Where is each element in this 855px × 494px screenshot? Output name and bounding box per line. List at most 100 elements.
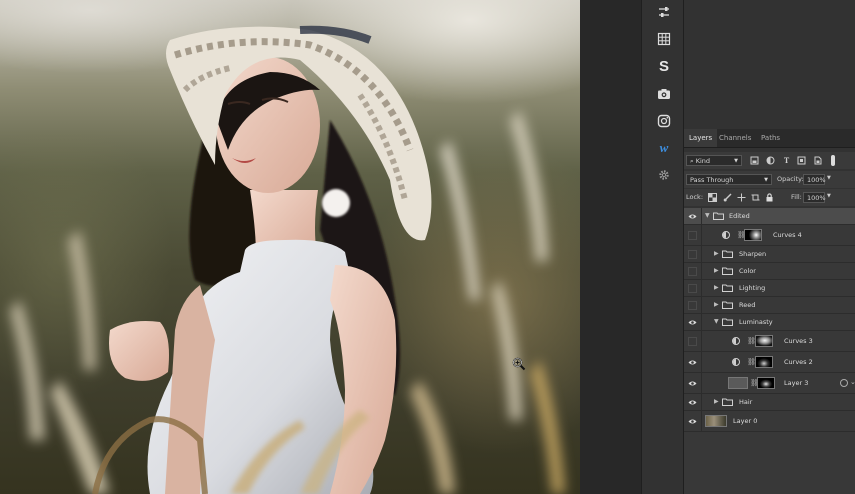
visibility-toggle[interactable] bbox=[688, 250, 697, 259]
visibility-toggle[interactable] bbox=[688, 337, 697, 346]
layer-mask-thumbnail[interactable] bbox=[755, 335, 773, 347]
search-icon: ⌕ bbox=[690, 157, 694, 165]
tab-channels[interactable]: Channels bbox=[714, 129, 756, 147]
lock-transparent-icon[interactable] bbox=[708, 193, 717, 202]
folder-icon bbox=[722, 267, 733, 275]
adjust-sliders-icon[interactable] bbox=[655, 3, 673, 21]
layer-name: Curves 3 bbox=[784, 337, 813, 345]
layer-name: Layer 3 bbox=[784, 379, 809, 387]
zoom-cursor-icon bbox=[512, 357, 526, 371]
layer-name: Curves 2 bbox=[784, 358, 813, 366]
layer-mask-thumbnail[interactable] bbox=[757, 377, 775, 389]
filter-smart-object-icon[interactable] bbox=[813, 156, 822, 165]
fill-field[interactable]: 100% bbox=[803, 192, 826, 203]
visibility-toggle[interactable] bbox=[688, 284, 697, 293]
layer-row-reed[interactable]: ▶ Reed bbox=[684, 297, 855, 314]
empty-panel-area bbox=[684, 0, 855, 128]
grid-icon[interactable] bbox=[655, 30, 673, 48]
adjustment-layer-icon bbox=[732, 337, 740, 345]
divider bbox=[701, 331, 702, 351]
layer-name: Reed bbox=[739, 301, 756, 309]
layer-row-edited[interactable]: ▼ Edited bbox=[684, 208, 855, 225]
layer-thumbnail[interactable] bbox=[705, 415, 727, 427]
layer-mask-thumbnail[interactable] bbox=[755, 356, 773, 368]
layer-row-layer-0[interactable]: Layer 0 bbox=[684, 411, 855, 432]
photo-image bbox=[10, 25, 565, 494]
layer-name: Hair bbox=[739, 398, 753, 406]
folder-icon bbox=[713, 212, 724, 220]
layer-row-color[interactable]: ▶ Color bbox=[684, 263, 855, 280]
lock-move-icon[interactable] bbox=[737, 193, 746, 202]
blend-mode-select[interactable]: Pass Through ▼ bbox=[686, 174, 772, 185]
fill-dropdown-icon[interactable]: ▼ bbox=[827, 193, 831, 199]
fill-label: Fill: bbox=[791, 193, 802, 201]
layers-panel-tabs: Layers Channels Paths bbox=[684, 129, 855, 148]
chevron-right-icon[interactable]: ▶ bbox=[714, 268, 720, 274]
opacity-field[interactable]: 100% bbox=[803, 174, 826, 185]
layers-list[interactable]: ▼ Edited ⛓ Curves 4 ▶ Sharpen ▶ Color ▶ … bbox=[684, 208, 855, 494]
layer-name: Curves 4 bbox=[773, 231, 802, 239]
filter-kind-select[interactable]: ⌕ Kind ▼ bbox=[686, 155, 742, 166]
filter-shape-icon[interactable] bbox=[797, 156, 806, 165]
chevron-down-icon[interactable]: ▼ bbox=[714, 319, 720, 325]
tab-layers[interactable]: Layers bbox=[684, 129, 718, 147]
layer-effects-icon[interactable] bbox=[840, 379, 848, 387]
folder-icon bbox=[722, 284, 733, 292]
layer-thumbnail[interactable] bbox=[728, 377, 748, 389]
opacity-dropdown-icon[interactable]: ▼ bbox=[827, 175, 831, 181]
document-canvas[interactable] bbox=[0, 0, 580, 494]
link-icon: ⛓ bbox=[737, 231, 746, 239]
chevron-right-icon[interactable]: ▶ bbox=[714, 251, 720, 257]
filter-toggle-icon[interactable] bbox=[831, 155, 835, 166]
lock-all-icon[interactable] bbox=[765, 193, 774, 202]
chevron-down-icon[interactable]: ⌄ bbox=[850, 378, 855, 386]
layer-name: Edited bbox=[729, 212, 750, 220]
chevron-right-icon[interactable]: ▶ bbox=[714, 399, 720, 405]
chevron-right-icon[interactable]: ▶ bbox=[714, 285, 720, 291]
lock-fill-row: Lock: Fill: 100% ▼ bbox=[684, 189, 855, 206]
divider bbox=[701, 225, 702, 245]
visibility-toggle[interactable] bbox=[688, 267, 697, 276]
layer-name: Lighting bbox=[739, 284, 766, 292]
chevron-down-icon: ▼ bbox=[764, 177, 768, 183]
eye-icon[interactable] bbox=[688, 318, 697, 327]
eye-icon[interactable] bbox=[688, 212, 697, 221]
adjustment-layer-icon bbox=[722, 231, 730, 239]
chevron-down-icon[interactable]: ▼ bbox=[705, 213, 711, 219]
folder-icon bbox=[722, 301, 733, 309]
filter-adjustment-icon[interactable] bbox=[766, 156, 775, 165]
tab-paths[interactable]: Paths bbox=[756, 129, 785, 147]
filter-pixel-icon[interactable] bbox=[750, 156, 759, 165]
eye-icon[interactable] bbox=[688, 379, 697, 388]
layer-name: Sharpen bbox=[739, 250, 767, 258]
chevron-right-icon[interactable]: ▶ bbox=[714, 302, 720, 308]
layer-row-curves-4[interactable]: ⛓ Curves 4 bbox=[684, 225, 855, 246]
layer-name: Luminasty bbox=[739, 318, 773, 326]
eye-icon[interactable] bbox=[688, 398, 697, 407]
layer-mask-thumbnail[interactable] bbox=[744, 229, 762, 241]
layer-row-curves-2[interactable]: ⛓ Curves 2 bbox=[684, 352, 855, 373]
visibility-toggle[interactable] bbox=[688, 231, 697, 240]
visibility-toggle[interactable] bbox=[688, 301, 697, 310]
lock-brush-icon[interactable] bbox=[723, 193, 732, 202]
link-icon: ⛓ bbox=[747, 337, 756, 345]
camera-icon[interactable] bbox=[655, 85, 673, 103]
chevron-down-icon: ▼ bbox=[734, 158, 738, 164]
instagram-icon[interactable] bbox=[655, 112, 673, 130]
lock-artboard-icon[interactable] bbox=[751, 193, 760, 202]
filter-type-icon[interactable]: T bbox=[782, 156, 791, 165]
divider bbox=[701, 394, 702, 410]
eye-icon[interactable] bbox=[688, 358, 697, 367]
stock-s-icon[interactable]: S bbox=[655, 57, 673, 75]
opacity-label: Opacity: bbox=[777, 175, 804, 183]
layer-row-hair[interactable]: ▶ Hair bbox=[684, 394, 855, 411]
layer-row-curves-3[interactable]: ⛓ Curves 3 bbox=[684, 331, 855, 352]
gear-icon[interactable] bbox=[655, 166, 673, 184]
layer-row-lighting[interactable]: ▶ Lighting bbox=[684, 280, 855, 297]
layer-name: Layer 0 bbox=[733, 417, 758, 425]
layer-row-luminasty[interactable]: ▼ Luminasty bbox=[684, 314, 855, 331]
layer-row-layer-3[interactable]: ⛓ Layer 3 ⌄ bbox=[684, 373, 855, 394]
layer-row-sharpen[interactable]: ▶ Sharpen bbox=[684, 246, 855, 263]
w-logo-icon[interactable]: w bbox=[655, 139, 673, 157]
eye-icon[interactable] bbox=[688, 417, 697, 426]
